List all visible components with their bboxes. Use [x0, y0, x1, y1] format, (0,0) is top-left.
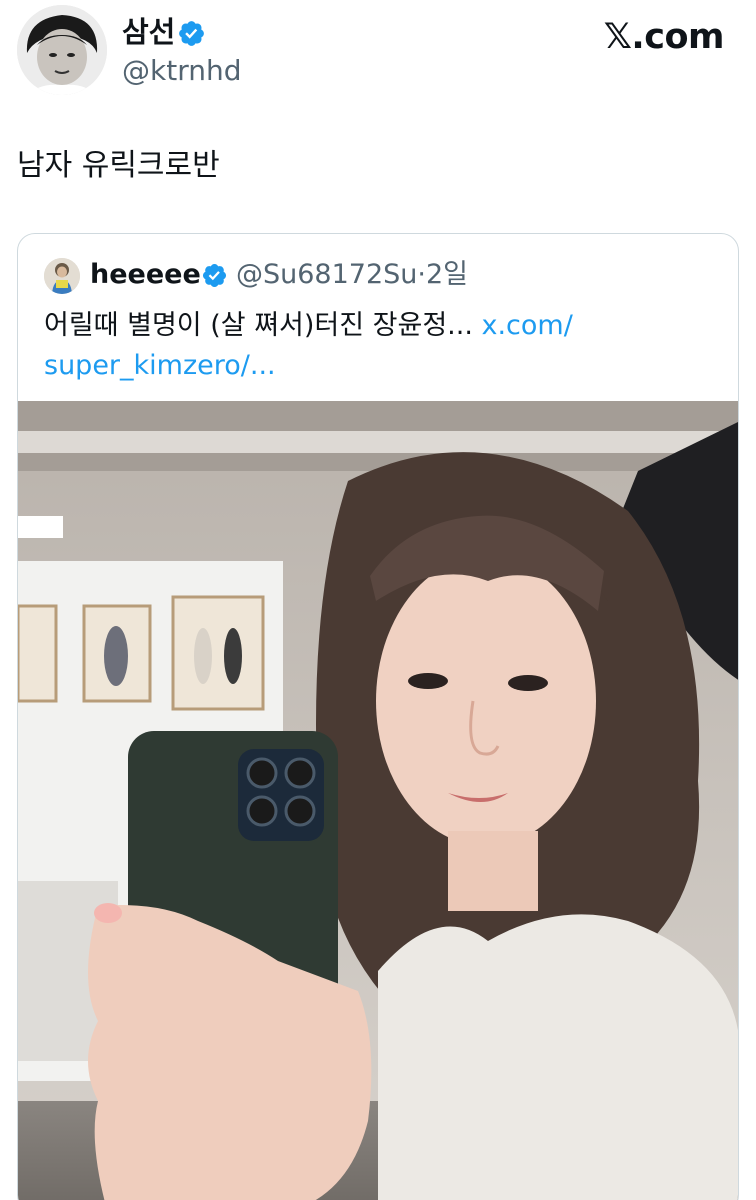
- tweet-text: 남자 유릭크로반: [17, 148, 220, 183]
- quoted-timestamp[interactable]: 2일: [426, 259, 468, 290]
- avatar-image: [17, 5, 107, 95]
- site-label: 𝕏.com: [603, 17, 725, 57]
- quoted-author-avatar[interactable]: [44, 258, 80, 294]
- quoted-display-name[interactable]: heeeee: [90, 258, 201, 292]
- quoted-text-body: 어릴때 별명이 (살 쪄서)터진 장윤정...: [44, 310, 482, 341]
- author-handle[interactable]: @ktrnhd: [122, 54, 241, 88]
- quoted-handle[interactable]: @Su68172Su: [236, 259, 417, 290]
- selfie-photo: [18, 401, 738, 1200]
- author-avatar[interactable]: [17, 5, 107, 95]
- author-display-name[interactable]: 삼선: [122, 14, 175, 50]
- meta-separator: ·: [417, 259, 426, 290]
- quoted-meta: @Su68172Su·2일: [236, 258, 468, 292]
- quoted-media-photo[interactable]: [18, 401, 738, 1200]
- verified-badge-icon: [179, 21, 204, 46]
- quoted-tweet-text: 어릴때 별명이 (살 쪄서)터진 장윤정... x.com/ super_kim…: [44, 306, 714, 386]
- quoted-verified-badge-icon: [202, 263, 227, 288]
- quoted-tweet-card[interactable]: heeeee @Su68172Su·2일 어릴때 별명이 (살 쪄서)터진 장윤…: [17, 233, 739, 1200]
- quoted-avatar-image: [44, 258, 80, 294]
